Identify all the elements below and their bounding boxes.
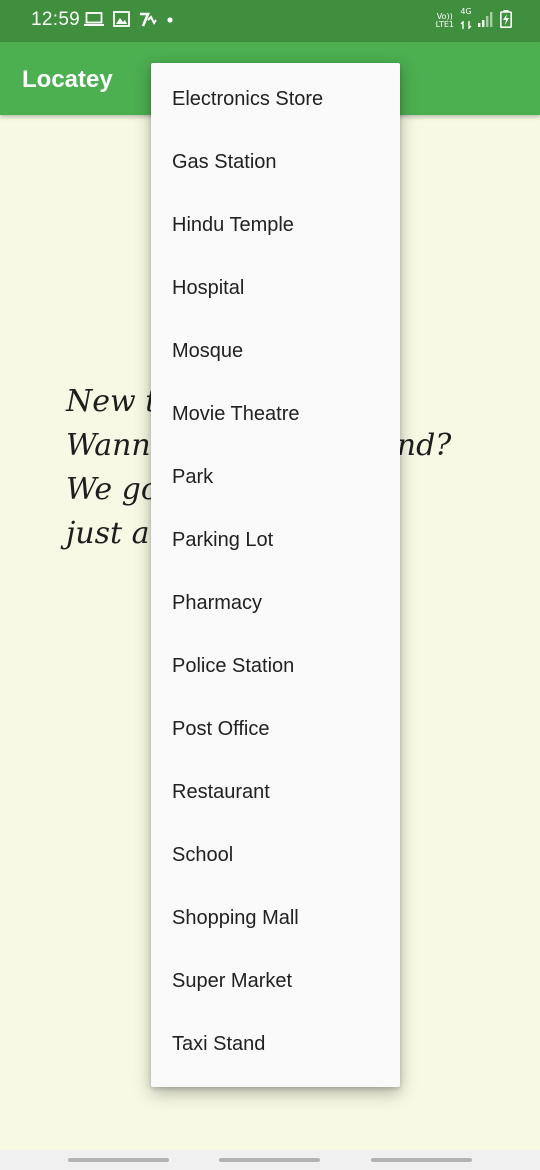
status-bar: 12:59 Vo)) LTE1 4G bbox=[0, 0, 540, 42]
network-label: 4G bbox=[460, 7, 472, 16]
status-icons-right: Vo)) LTE1 4G bbox=[436, 8, 512, 34]
nav-recents-pill[interactable] bbox=[68, 1158, 169, 1162]
menu-item-gas-station[interactable]: Gas Station bbox=[151, 131, 400, 194]
menu-item-electronics-store[interactable]: Electronics Store bbox=[151, 68, 400, 131]
menu-item-restaurant[interactable]: Restaurant bbox=[151, 761, 400, 824]
navigation-bar bbox=[0, 1150, 540, 1170]
status-time: 12:59 bbox=[31, 9, 81, 30]
menu-item-park[interactable]: Park bbox=[151, 446, 400, 509]
volte-indicator: Vo)) LTE1 bbox=[436, 13, 454, 29]
menu-item-taxi-stand[interactable]: Taxi Stand bbox=[151, 1013, 400, 1076]
volte-bottom-label: LTE1 bbox=[435, 20, 454, 29]
menu-item-hospital[interactable]: Hospital bbox=[151, 257, 400, 320]
status-icons-left bbox=[84, 10, 174, 32]
menu-item-shopping-mall[interactable]: Shopping Mall bbox=[151, 887, 400, 950]
image-icon bbox=[113, 10, 130, 32]
menu-item-movie-theatre[interactable]: Movie Theatre bbox=[151, 383, 400, 446]
menu-item-police-station[interactable]: Police Station bbox=[151, 635, 400, 698]
data-arrows-icon bbox=[460, 16, 472, 34]
app-title: Locatey bbox=[22, 66, 113, 93]
menu-item-parking-lot[interactable]: Parking Lot bbox=[151, 509, 400, 572]
menu-item-pharmacy[interactable]: Pharmacy bbox=[151, 572, 400, 635]
menu-item-super-market[interactable]: Super Market bbox=[151, 950, 400, 1013]
nav-home-pill[interactable] bbox=[219, 1158, 320, 1162]
battery-charging-icon bbox=[500, 9, 512, 33]
app-notification-icon bbox=[139, 11, 157, 32]
nav-back-pill[interactable] bbox=[371, 1158, 472, 1162]
place-type-dropdown-menu: Electronics Store Gas Station Hindu Temp… bbox=[151, 63, 400, 1087]
menu-item-mosque[interactable]: Mosque bbox=[151, 320, 400, 383]
menu-item-school[interactable]: School bbox=[151, 824, 400, 887]
menu-item-post-office[interactable]: Post Office bbox=[151, 698, 400, 761]
laptop-icon bbox=[84, 11, 104, 32]
menu-item-hindu-temple[interactable]: Hindu Temple bbox=[151, 194, 400, 257]
dot-icon bbox=[166, 11, 174, 32]
network-indicator: 4G bbox=[460, 8, 472, 34]
signal-icon bbox=[478, 11, 494, 32]
